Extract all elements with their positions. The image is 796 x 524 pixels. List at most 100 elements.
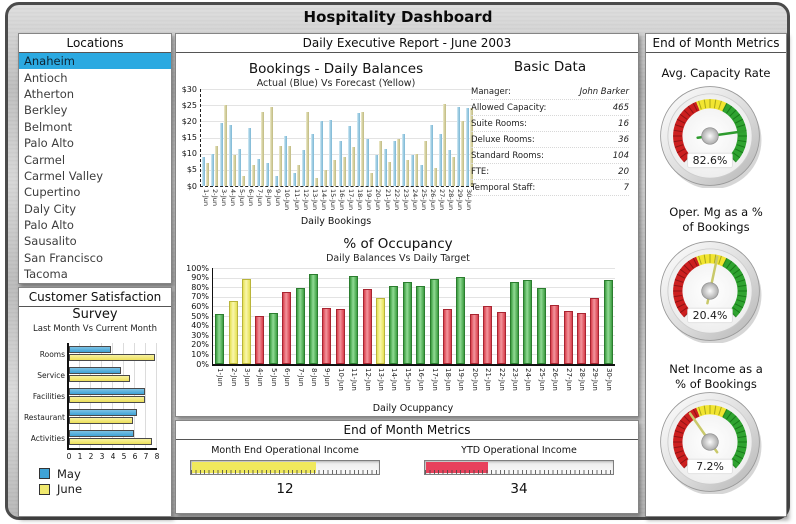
y-tick-label: $15	[167, 133, 197, 142]
june-bar	[69, 354, 155, 361]
forecast-bar	[443, 104, 446, 186]
actual-bar	[248, 128, 251, 186]
location-item[interactable]: Belmont	[19, 119, 171, 135]
occupancy-bar	[363, 289, 372, 364]
location-item[interactable]: Sausalito	[19, 233, 171, 249]
x-tick-label: 23-Jun	[511, 368, 519, 391]
occupancy-bar	[322, 308, 331, 364]
forecast-bar	[315, 178, 318, 186]
bar-group	[374, 89, 383, 186]
may-swatch	[39, 468, 50, 479]
legend-item-june: June	[39, 482, 82, 498]
occupancy-bar	[510, 282, 519, 364]
bar-group	[310, 89, 319, 186]
occupancy-bar	[577, 313, 586, 364]
x-tick-label: 20-Jun	[471, 368, 479, 391]
x-tick-label: 5-Jun	[270, 368, 278, 386]
location-item[interactable]: Palo Alto	[19, 135, 171, 151]
y-tick-label: 0%	[179, 360, 209, 369]
basic-data-row: Suite Rooms:16	[471, 116, 629, 132]
x-tick-label: 22-Jun	[498, 368, 506, 391]
row-label: Manager:	[471, 87, 511, 97]
location-item[interactable]: Palo Alto	[19, 217, 171, 233]
x-tick-label: 28-Jun	[578, 368, 586, 391]
location-item[interactable]: Tacoma	[19, 266, 171, 282]
location-item[interactable]: Daly City	[19, 201, 171, 217]
meter-value: 12	[190, 481, 380, 497]
x-tick-label: 20-Jun	[374, 189, 382, 210]
actual-bar	[266, 163, 269, 186]
bar-group	[274, 89, 283, 186]
basic-data-row: FTE:20	[471, 164, 629, 180]
y-tick-label: 70%	[179, 292, 209, 301]
row-value: 465	[613, 103, 629, 113]
actual-bar	[257, 159, 260, 186]
x-tick-label: 30-Jun	[605, 368, 613, 391]
bookings-plot: $0$5$10$15$20$25$301-Jun2-Jun3-Jun4-Jun5…	[200, 89, 474, 187]
row-value: John Barker	[580, 87, 629, 97]
actual-bar	[320, 121, 323, 186]
bar-group	[429, 89, 438, 186]
location-item[interactable]: Atherton	[19, 86, 171, 102]
bar-group	[383, 89, 392, 186]
x-tick-label: 29-Jun	[591, 368, 599, 391]
location-item[interactable]: San Francisco	[19, 250, 171, 266]
bar-group	[256, 89, 265, 186]
x-tick-label: 27-Jun	[438, 189, 446, 210]
location-item[interactable]: Anaheim	[19, 53, 171, 69]
may-bar	[69, 409, 137, 416]
forecast-bar	[333, 160, 336, 186]
actual-bar	[420, 165, 423, 186]
x-tick-label: 7-Jun	[256, 189, 264, 206]
survey-plot: 012345678RoomsServiceFacilitiesRestauran…	[67, 343, 157, 450]
location-item[interactable]: Carmel	[19, 151, 171, 167]
location-item[interactable]: Cupertino	[19, 184, 171, 200]
locations-list: AnaheimAntiochAthertonBerkleyBelmontPalo…	[19, 53, 171, 283]
occupancy-bar	[523, 280, 532, 364]
x-tick-label: 29-Jun	[456, 189, 464, 210]
x-tick-label: 9-Jun	[323, 368, 331, 386]
june-bar	[69, 375, 130, 382]
x-tick-label: 4-Jun	[256, 368, 264, 386]
forecast-bar	[424, 141, 427, 186]
x-tick-label: 4-Jun	[229, 189, 237, 206]
ytd-income-meter: YTD Operational Income 34	[424, 445, 614, 497]
x-tick-label: 13-Jun	[311, 189, 319, 210]
bar-group	[301, 89, 310, 186]
location-item[interactable]: Carmel Valley	[19, 168, 171, 184]
y-tick-label: 80%	[179, 283, 209, 292]
actual-bar	[375, 155, 378, 186]
forecast-bar	[461, 121, 464, 186]
bar-group	[419, 89, 428, 186]
occupancy-bar	[537, 288, 546, 364]
x-tick-label: 1-Jun	[202, 189, 210, 206]
x-tick-label: 24-Jun	[411, 189, 419, 210]
x-tick-label: 1-Jun	[216, 368, 224, 386]
x-tick-label: 25-Jun	[538, 368, 546, 391]
basic-data-row: Allowed Capacity: 465	[471, 100, 629, 116]
meter-bar	[190, 460, 380, 475]
location-item[interactable]: Antioch	[19, 69, 171, 85]
y-tick-label: $20	[167, 117, 197, 126]
row-label: Deluxe Rooms:	[471, 135, 535, 145]
eom-metrics-panel: End of Month Metrics Avg. Capacity Rate …	[645, 33, 787, 517]
x-tick-label: 3	[97, 452, 107, 461]
location-item[interactable]: Berkley	[19, 102, 171, 118]
basic-data-row: Deluxe Rooms:36	[471, 132, 629, 148]
x-tick-label: 2-Jun	[211, 189, 219, 206]
bar-group	[356, 89, 365, 186]
locations-header: Locations	[19, 34, 171, 53]
x-tick-label: 13-Jun	[377, 368, 385, 391]
actual-bar	[284, 136, 287, 186]
x-tick-label: 3-Jun	[220, 189, 228, 206]
actual-bar	[366, 139, 369, 186]
occupancy-bar	[376, 298, 385, 364]
x-tick-label: 26-Jun	[551, 368, 559, 391]
bar-group	[328, 89, 337, 186]
y-tick-label: $25	[167, 101, 197, 110]
row-label: Standard Rooms:	[471, 151, 544, 161]
row-label: Allowed Capacity:	[471, 103, 546, 113]
x-tick-label: 9-Jun	[274, 189, 282, 206]
occupancy-bar	[470, 314, 479, 364]
occupancy-bar	[604, 280, 613, 364]
